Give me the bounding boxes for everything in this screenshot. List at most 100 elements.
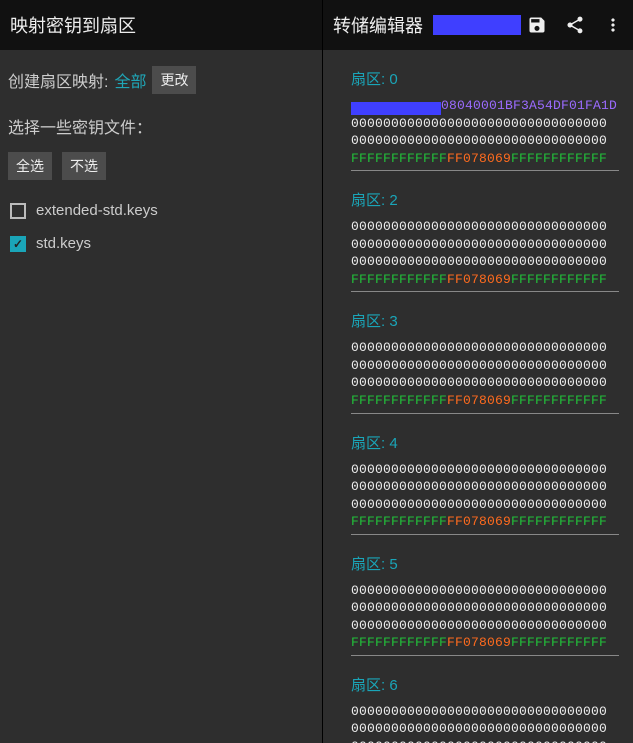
- hex-segment: 00000000000000000000000000000000: [351, 116, 607, 131]
- hex-segment: 00000000000000000000000000000000: [351, 618, 607, 633]
- checkbox-icon[interactable]: [10, 236, 26, 252]
- hex-row: 00000000000000000000000000000000: [351, 374, 619, 392]
- sector-label[interactable]: 扇区: 0: [351, 62, 619, 97]
- hex-segment: 00000000000000000000000000000000: [351, 237, 607, 252]
- save-icon[interactable]: [527, 15, 547, 35]
- hex-segment: FF078069: [447, 272, 511, 287]
- sector-block: 扇区: 008040001BF3A54DF01FA1D 0000000000000…: [323, 56, 633, 177]
- hex-row: FFFFFFFFFFFFFF078069FFFFFFFFFFFF: [351, 634, 619, 652]
- hex-segment: 00000000000000000000000000000000: [351, 340, 607, 355]
- sector-block: 扇区: 400000000000000000000000000000000000…: [323, 420, 633, 541]
- hex-row: 00000000000000000000000000000000: [351, 703, 619, 721]
- hex-block[interactable]: 08040001BF3A54DF01FA1D 000000000000000000…: [351, 97, 619, 171]
- sector-label[interactable]: 扇区: 2: [351, 183, 619, 218]
- keymap-title: 映射密钥到扇区: [10, 12, 136, 38]
- hex-segment: FF078069: [447, 635, 511, 650]
- select-key-files-label: 选择一些密钥文件：: [0, 104, 322, 146]
- hex-row: 08040001BF3A54DF01FA1D: [351, 97, 619, 115]
- hex-row: 00000000000000000000000000000000: [351, 218, 619, 236]
- hex-row: FFFFFFFFFFFFFF078069FFFFFFFFFFFF: [351, 513, 619, 531]
- keymap-header: 映射密钥到扇区: [0, 0, 322, 50]
- hex-row: 00000000000000000000000000000000: [351, 582, 619, 600]
- hex-segment: 00000000000000000000000000000000: [351, 133, 607, 148]
- hex-segment: FFFFFFFFFFFF: [351, 151, 447, 166]
- sector-label[interactable]: 扇区: 6: [351, 668, 619, 703]
- hex-segment: FFFFFFFFFFFF: [351, 514, 447, 529]
- key-file-label: extended-std.keys: [36, 202, 158, 219]
- hex-row: 00000000000000000000000000000000: [351, 115, 619, 133]
- mapping-label: 创建扇区映射:: [8, 68, 108, 92]
- uid-selection[interactable]: [351, 102, 441, 115]
- hex-row: 00000000000000000000000000000000: [351, 461, 619, 479]
- hex-row: 00000000000000000000000000000000: [351, 236, 619, 254]
- hex-row: 00000000000000000000000000000000: [351, 617, 619, 635]
- hex-row: 00000000000000000000000000000000: [351, 478, 619, 496]
- sector-block: 扇区: 300000000000000000000000000000000000…: [323, 298, 633, 419]
- dump-editor-pane: 转储编辑器 扇区: 008040001BF3A54DF01FA1D 0000000…: [322, 0, 633, 743]
- hex-segment: 00000000000000000000000000000000: [351, 704, 607, 719]
- hex-block[interactable]: 0000000000000000000000000000000000000000…: [351, 218, 619, 292]
- hex-segment: FFFFFFFFFFFF: [511, 635, 607, 650]
- change-button[interactable]: 更改: [152, 66, 196, 94]
- mapping-row: 创建扇区映射: 全部 更改: [0, 50, 322, 104]
- hex-block[interactable]: 00000000000000000000000000000000 00000000…: [351, 703, 619, 743]
- hex-segment: 00000000000000000000000000000000: [351, 497, 607, 512]
- hex-segment: FFFFFFFFFFFF: [511, 151, 607, 166]
- hex-segment: FF078069: [447, 514, 511, 529]
- hex-segment: 00000000000000000000000000000000: [351, 219, 607, 234]
- hex-segment: FFFFFFFFFFFF: [511, 393, 607, 408]
- hex-segment: 00000000000000000000000000000000: [351, 479, 607, 494]
- hex-row: 00000000000000000000000000000000: [351, 720, 619, 738]
- key-file-item[interactable]: extended-std.keys: [0, 194, 322, 227]
- hex-segment: 00000000000000000000000000000000: [351, 462, 607, 477]
- select-all-button[interactable]: 全选: [8, 152, 52, 180]
- hex-block[interactable]: 00000000000000000000000000000000 00000000…: [351, 582, 619, 656]
- hex-row: 00000000000000000000000000000000: [351, 339, 619, 357]
- hex-segment: FFFFFFFFFFFF: [351, 635, 447, 650]
- header-icons: [527, 15, 623, 35]
- key-file-item[interactable]: std.keys: [0, 227, 322, 260]
- key-file-list: extended-std.keys std.keys: [0, 194, 322, 260]
- sector-block: 扇区: 200000000000000000000000000000000000…: [323, 177, 633, 298]
- hex-row: 00000000000000000000000000000000: [351, 357, 619, 375]
- hex-row: FFFFFFFFFFFFFF078069FFFFFFFFFFFF: [351, 392, 619, 410]
- hex-block[interactable]: 00000000000000000000000000000000 00000000…: [351, 461, 619, 535]
- sector-label[interactable]: 扇区: 3: [351, 304, 619, 339]
- hex-segment: FFFFFFFFFFFF: [351, 272, 447, 287]
- hex-row: 00000000000000000000000000000000: [351, 253, 619, 271]
- hex-segment: 00000000000000000000000000000000: [351, 375, 607, 390]
- hex-segment: FF078069: [447, 151, 511, 166]
- select-buttons-row: 全选 不选: [0, 146, 322, 194]
- hex-row: FFFFFFFFFFFFFF078069FFFFFFFFFFFF: [351, 150, 619, 168]
- mapping-value[interactable]: 全部: [114, 68, 146, 92]
- dump-header: 转储编辑器: [323, 0, 633, 50]
- hex-block[interactable]: 00000000000000000000000000000000 00000000…: [351, 339, 619, 413]
- hex-row: 00000000000000000000000000000000: [351, 132, 619, 150]
- checkbox-icon[interactable]: [10, 203, 26, 219]
- sector-block: 扇区: 600000000000000000000000000000000000…: [323, 662, 633, 743]
- hex-segment: 00000000000000000000000000000000: [351, 358, 607, 373]
- dump-title: 转储编辑器: [333, 12, 423, 38]
- hex-segment: 00000000000000000000000000000000: [351, 583, 607, 598]
- dump-name-input[interactable]: [433, 15, 521, 35]
- hex-segment: 00000000000000000000000000000000: [351, 600, 607, 615]
- sector-label[interactable]: 扇区: 4: [351, 426, 619, 461]
- hex-segment: FFFFFFFFFFFF: [511, 514, 607, 529]
- hex-segment: FFFFFFFFFFFF: [511, 272, 607, 287]
- sector-label[interactable]: 扇区: 5: [351, 547, 619, 582]
- hex-segment: 00000000000000000000000000000000: [351, 721, 607, 736]
- hex-segment: 08040001BF3A54DF01FA1D: [441, 98, 617, 113]
- hex-row: FFFFFFFFFFFFFF078069FFFFFFFFFFFF: [351, 271, 619, 289]
- hex-segment: 00000000000000000000000000000000: [351, 739, 607, 743]
- hex-row: 00000000000000000000000000000000: [351, 496, 619, 514]
- hex-row: 00000000000000000000000000000000: [351, 599, 619, 617]
- dump-body[interactable]: 扇区: 008040001BF3A54DF01FA1D 0000000000000…: [323, 50, 633, 743]
- keymap-pane: 映射密钥到扇区 创建扇区映射: 全部 更改 选择一些密钥文件： 全选 不选 ex…: [0, 0, 322, 743]
- select-none-button[interactable]: 不选: [62, 152, 106, 180]
- key-file-label: std.keys: [36, 235, 91, 252]
- sector-block: 扇区: 500000000000000000000000000000000000…: [323, 541, 633, 662]
- share-icon[interactable]: [565, 15, 585, 35]
- hex-segment: FF078069: [447, 393, 511, 408]
- hex-row: 00000000000000000000000000000000: [351, 738, 619, 743]
- more-icon[interactable]: [603, 15, 623, 35]
